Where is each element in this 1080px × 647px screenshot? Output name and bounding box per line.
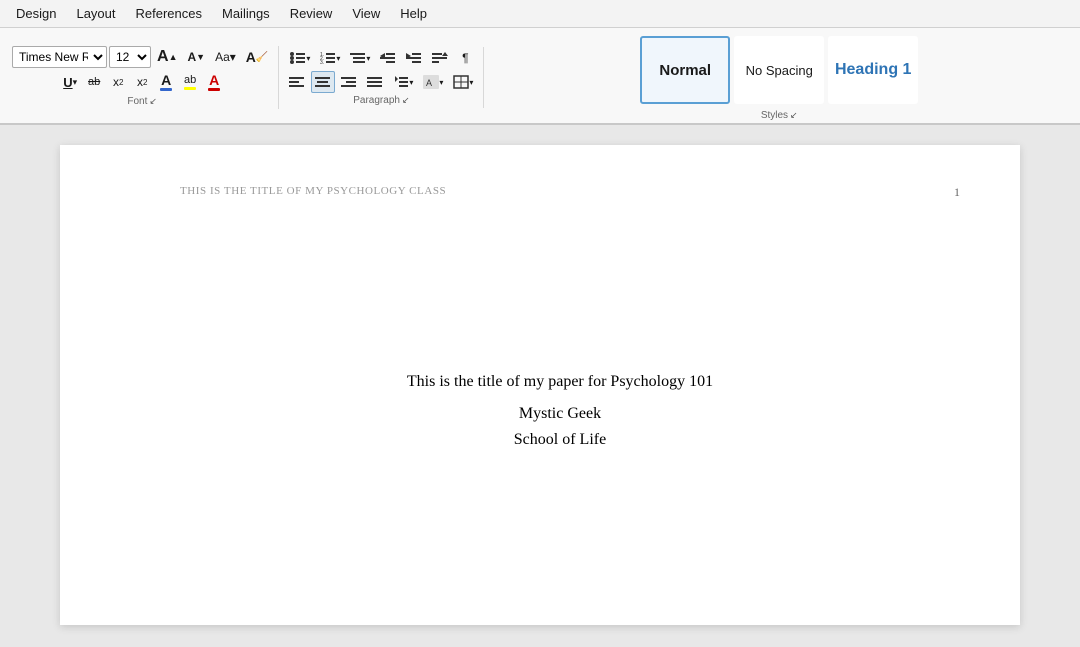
font-label-text: Font <box>127 96 147 107</box>
superscript-button[interactable]: x2 <box>131 71 153 93</box>
styles-group-label: Styles ↙ <box>490 110 1068 121</box>
svg-text:3.: 3. <box>320 60 324 65</box>
show-hide-button[interactable]: ¶ <box>454 47 476 69</box>
menu-layout[interactable]: Layout <box>68 4 123 23</box>
decrease-indent-button[interactable] <box>376 47 400 69</box>
align-center-button[interactable] <box>311 71 335 93</box>
document-area: THIS IS THE TITLE OF MY PSYCHOLOGY CLASS… <box>0 125 1080 647</box>
align-right-button[interactable] <box>337 71 361 93</box>
font-color-a-button[interactable]: A <box>155 70 177 94</box>
page-number: 1 <box>954 185 960 200</box>
menu-bar: Design Layout References Mailings Review… <box>0 0 1080 28</box>
menu-help[interactable]: Help <box>392 4 435 23</box>
menu-review[interactable]: Review <box>282 4 341 23</box>
style-nospacing-box[interactable]: No Spacing <box>734 36 824 104</box>
para-row2: ▾ A ▾ ▾ <box>285 71 477 93</box>
line-spacing-button[interactable]: ▾ <box>389 71 417 93</box>
styles-expand-icon[interactable]: ↙ <box>790 110 798 121</box>
ribbon-row: Times New Roman Arial Calibri 12 10 11 1… <box>6 32 1074 123</box>
strikethrough-button[interactable]: ab <box>83 71 105 93</box>
style-nospacing-preview: No Spacing <box>746 63 813 78</box>
shading-button[interactable]: A ▾ <box>419 71 447 93</box>
shrink-font-button[interactable]: A▼ <box>183 46 209 68</box>
ribbon: Times New Roman Arial Calibri 12 10 11 1… <box>0 28 1080 125</box>
paragraph-group: ▾ 1.2.3. ▾ ▾ ¶ <box>279 47 484 108</box>
align-left-button[interactable] <box>285 71 309 93</box>
styles-group: Normal No Spacing Heading 1 Styles ↙ <box>484 32 1074 123</box>
font-family-select[interactable]: Times New Roman Arial Calibri <box>12 46 107 68</box>
grow-font-button[interactable]: A▲ <box>153 46 181 68</box>
font-group: Times New Roman Arial Calibri 12 10 11 1… <box>6 46 279 109</box>
font-row2: U▾ ab x2 x2 A ab A <box>59 70 225 94</box>
style-normal-preview: Normal <box>659 62 711 79</box>
font-expand-icon[interactable]: ↙ <box>149 96 157 107</box>
paragraph-label-text: Paragraph <box>353 95 400 106</box>
menu-design[interactable]: Design <box>8 4 64 23</box>
para-row1: ▾ 1.2.3. ▾ ▾ ¶ <box>286 47 476 69</box>
menu-mailings[interactable]: Mailings <box>214 4 278 23</box>
document-page[interactable]: THIS IS THE TITLE OF MY PSYCHOLOGY CLASS… <box>60 145 1020 625</box>
style-normal-box[interactable]: Normal <box>640 36 730 104</box>
paragraph-group-label: Paragraph ↙ <box>285 95 477 106</box>
justify-button[interactable] <box>363 71 387 93</box>
borders-button[interactable]: ▾ <box>449 71 477 93</box>
svg-text:A: A <box>426 78 432 88</box>
change-case-button[interactable]: Aa▾ <box>211 46 240 68</box>
highlight-color-button[interactable]: ab <box>179 70 201 94</box>
styles-section: Normal No Spacing Heading 1 <box>634 32 924 108</box>
menu-references[interactable]: References <box>128 4 210 23</box>
subscript-button[interactable]: x2 <box>107 71 129 93</box>
increase-indent-button[interactable] <box>402 47 426 69</box>
styles-label-text: Styles <box>761 110 788 121</box>
menu-view[interactable]: View <box>344 4 388 23</box>
paragraph-expand-icon[interactable]: ↙ <box>402 95 410 106</box>
multilevel-button[interactable]: ▾ <box>346 47 374 69</box>
document-title: This is the title of my paper for Psycho… <box>407 373 713 391</box>
font-color-button[interactable]: A <box>203 70 225 94</box>
font-size-select[interactable]: 12 10 11 14 16 <box>109 46 151 68</box>
document-school: School of Life <box>514 431 606 449</box>
sort-button[interactable] <box>428 47 452 69</box>
style-heading1-preview: Heading 1 <box>835 61 911 79</box>
style-heading1-box[interactable]: Heading 1 <box>828 36 918 104</box>
document-author: Mystic Geek <box>519 405 601 423</box>
document-header: THIS IS THE TITLE OF MY PSYCHOLOGY CLASS <box>180 185 940 197</box>
numbering-button[interactable]: 1.2.3. ▾ <box>316 47 344 69</box>
clear-format-button[interactable]: A🧹 <box>242 46 273 68</box>
bullets-button[interactable]: ▾ <box>286 47 314 69</box>
font-group-label: Font ↙ <box>12 96 272 107</box>
underline-button[interactable]: U▾ <box>59 71 81 93</box>
document-body: This is the title of my paper for Psycho… <box>180 237 940 585</box>
font-row1: Times New Roman Arial Calibri 12 10 11 1… <box>12 46 272 68</box>
